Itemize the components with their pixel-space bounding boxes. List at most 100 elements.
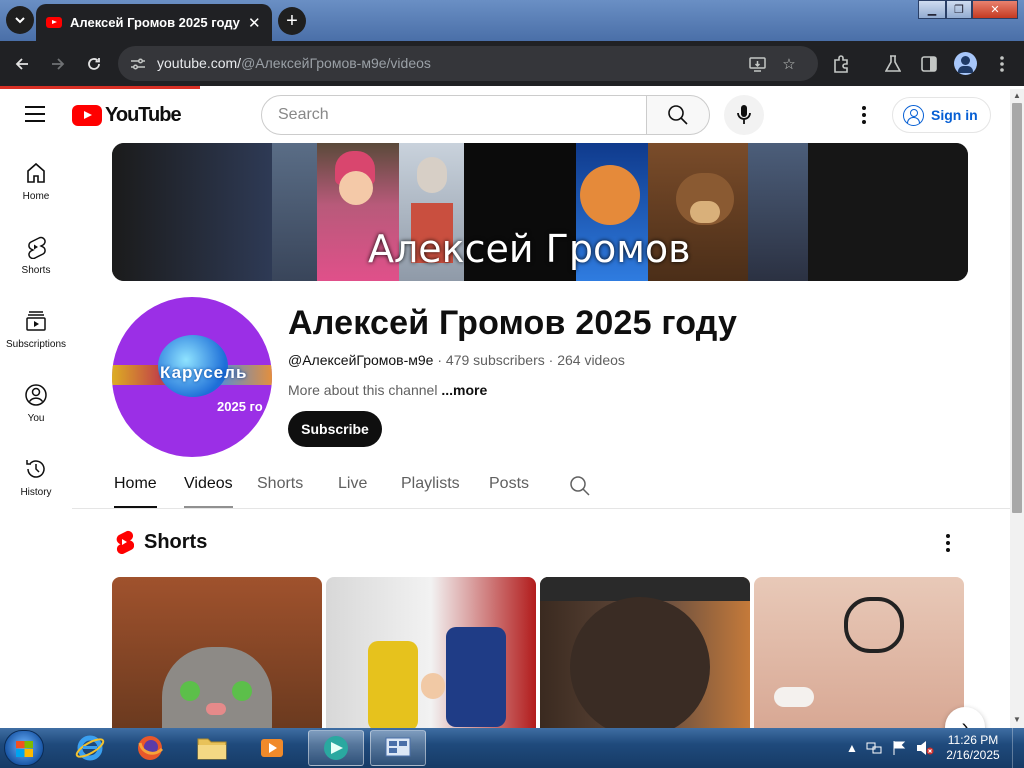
more-link[interactable]: ...more [441,382,487,398]
tab-live[interactable]: Live [338,475,367,508]
volume-muted-icon[interactable] [916,728,934,768]
you-icon [25,384,47,406]
tab-title: Алексей Громов 2025 году - YouTube [70,15,240,30]
youtube-logo[interactable]: YouTube [72,104,182,127]
browser-menu-icon[interactable] [989,51,1015,77]
internet-explorer-taskbar-icon[interactable] [62,730,118,766]
account-circle-icon [903,104,924,126]
tab-search-button[interactable] [6,6,34,34]
avatar-year-text: 2025 го [217,399,263,414]
action-center-flag-icon[interactable] [892,728,906,768]
youtube-favicon-icon [46,17,62,28]
short-thumbnail[interactable] [326,577,536,728]
channel-avatar[interactable]: Карусель 2025 го [112,297,272,457]
install-app-icon[interactable] [746,53,768,75]
guide-item-home[interactable]: Home [0,141,72,215]
plus-icon: + [286,9,298,32]
settings-menu-icon[interactable] [852,103,876,127]
search-icon [668,105,688,125]
guide-item-subscriptions[interactable]: Subscriptions [0,289,72,363]
window-maximize-button[interactable]: ❐ [946,0,972,19]
arrow-right-icon [52,58,65,70]
url-text: youtube.com/@АлексейГромов-м9е/videos [157,55,431,71]
avatar-logo-text: Карусель [160,363,248,382]
channel-handle: @АлексейГромов-м9е [288,352,434,368]
clock-time: 11:26 PM [947,733,999,747]
forward-button[interactable] [45,51,71,77]
clock-date: 2/16/2025 [946,748,1000,762]
tab-home[interactable]: Home [114,475,157,508]
channel-name: Алексей Громов 2025 году [288,304,738,342]
network-tray-icon[interactable] [866,728,882,768]
guide-item-history[interactable]: History [0,437,72,511]
channel-banner: Алексей Громов [112,143,968,281]
page-scrollbar[interactable]: ▲ ▼ [1010,89,1024,728]
scrollbar-thumb[interactable] [1012,103,1022,513]
shorts-logo-icon [116,530,134,554]
address-bar[interactable]: youtube.com/@АлексейГромов-м9е/videos ☆ [118,46,818,81]
reload-button[interactable] [81,51,107,77]
back-button[interactable] [9,51,35,77]
labs-flask-icon[interactable] [880,51,906,77]
side-panel-icon[interactable] [916,51,942,77]
shorts-shelf-menu-icon[interactable] [936,531,960,555]
channel-description[interactable]: More about this channel ...more [288,382,487,398]
shorts-icon [28,236,46,259]
scroll-down-arrow-icon[interactable]: ▼ [1013,715,1021,724]
scroll-up-arrow-icon[interactable]: ▲ [1013,91,1021,100]
firefox-taskbar-icon[interactable] [122,730,178,766]
start-button[interactable] [4,730,44,766]
tab-shorts[interactable]: Shorts [257,475,303,508]
bookmark-star-icon[interactable]: ☆ [778,53,800,75]
search-input[interactable] [278,106,630,124]
window-close-button[interactable]: ✕ [972,0,1018,19]
extensions-icon[interactable] [828,51,854,77]
guide-item-shorts[interactable]: Shorts [0,215,72,289]
active-app-taskbar-icon[interactable] [308,730,364,766]
subscribe-button[interactable]: Subscribe [288,411,382,447]
guide-item-you[interactable]: You [0,363,72,437]
tab-posts[interactable]: Posts [489,475,529,508]
browser-toolbar: youtube.com/@АлексейГромов-м9е/videos ☆ [0,41,1024,86]
subscriptions-icon [26,311,46,331]
site-info-icon[interactable] [128,54,148,74]
windows-taskbar: ▲ 11:26 PM 2/16/2025 [0,728,1024,768]
channel-search-icon[interactable] [568,474,592,498]
tab-playlists[interactable]: Playlists [401,475,460,508]
subscriber-count: 479 subscribers [445,352,545,368]
home-icon [27,162,45,183]
youtube-masthead: YouTube Sign in [0,89,1010,141]
shorts-heading: Shorts [144,530,208,553]
youtube-play-icon [72,105,102,126]
show-hidden-icons-button[interactable]: ▲ [846,728,858,768]
channel-meta: @АлексейГромов-м9е · 479 subscribers · 2… [288,352,625,368]
window-switcher-taskbar-icon[interactable] [370,730,426,766]
channel-tabs: Home Videos Shorts Live Playlists Posts [72,465,1010,509]
video-count: 264 videos [557,352,625,368]
short-thumbnail[interactable] [540,577,750,728]
browser-tab-active[interactable]: Алексей Громов 2025 году - YouTube ✕ [36,4,272,41]
shorts-shelf-header: Shorts [114,530,207,554]
banner-title-text: Алексей Громов [368,227,691,271]
media-player-taskbar-icon[interactable] [244,730,300,766]
file-explorer-taskbar-icon[interactable] [184,730,240,766]
voice-search-button[interactable] [724,95,764,135]
chevron-down-icon [15,17,25,24]
show-desktop-button[interactable] [1012,728,1024,768]
tab-videos[interactable]: Videos [184,475,233,508]
search-button[interactable] [646,95,710,135]
microphone-icon [737,105,751,124]
short-thumbnail[interactable] [112,577,322,728]
search-box [261,95,647,135]
short-thumbnail[interactable] [754,577,964,728]
reload-icon [88,58,100,70]
profile-avatar-icon[interactable] [954,52,977,75]
new-tab-button[interactable]: + [278,7,306,35]
taskbar-clock[interactable]: 11:26 PM 2/16/2025 [938,733,1008,763]
window-minimize-button[interactable]: ▁ [918,0,946,19]
tab-close-icon[interactable]: ✕ [248,14,261,32]
guide-menu-icon[interactable] [25,106,45,122]
chevron-up-icon: ▲ [846,741,858,755]
sign-in-button[interactable]: Sign in [892,97,991,133]
arrow-left-icon [15,58,28,70]
